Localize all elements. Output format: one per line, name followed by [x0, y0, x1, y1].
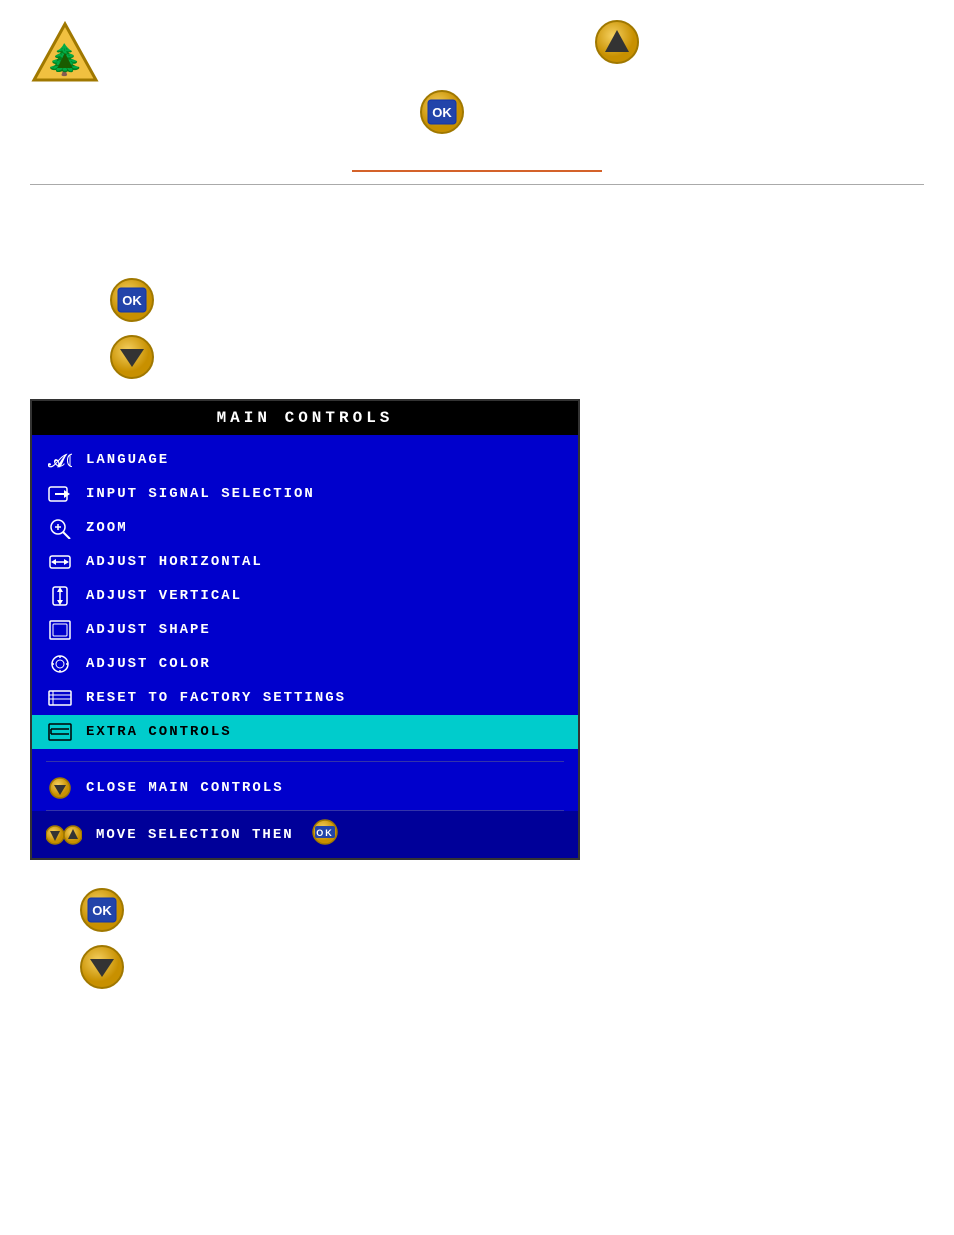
orange-underline	[352, 170, 602, 172]
osd-items-list: 𝒜ℚ LANGUAGE INPUT SIGNAL SELECTION	[32, 435, 578, 757]
osd-item-shape[interactable]: ADJUST SHAPE	[32, 613, 578, 647]
factory-icon	[46, 686, 74, 710]
ok-icon-top[interactable]: OK	[420, 90, 464, 139]
osd-item-vertical[interactable]: ADJUST VERTICAL	[32, 579, 578, 613]
horizontal-divider	[30, 184, 924, 185]
svg-text:OK: OK	[92, 903, 112, 918]
zoom-icon	[46, 516, 74, 540]
close-icon	[46, 776, 74, 800]
osd-title: MAIN CONTROLS	[32, 401, 578, 435]
svg-text:𝒜ℚ: 𝒜ℚ	[48, 453, 72, 471]
extra-icon	[46, 720, 74, 744]
osd-item-horizontal[interactable]: ADJUST HORIZONTAL	[32, 545, 578, 579]
top-section: 🌲 ▲ OK	[0, 0, 954, 210]
color-icon	[46, 652, 74, 676]
svg-text:OK: OK	[316, 828, 334, 838]
footer-ok-badge: OK	[308, 819, 342, 850]
svg-text:OK: OK	[122, 293, 142, 308]
vertical-icon	[46, 584, 74, 608]
language-icon: 𝒜ℚ	[46, 448, 74, 472]
osd-item-factory-reset[interactable]: RESET TO FACTORY SETTINGS	[32, 681, 578, 715]
osd-separator	[46, 761, 564, 762]
shape-icon	[46, 618, 74, 642]
svg-text:OK: OK	[432, 105, 452, 120]
osd-item-language[interactable]: 𝒜ℚ LANGUAGE	[32, 443, 578, 477]
svg-text:▲: ▲	[52, 44, 78, 74]
ok-icon-step2[interactable]: OK	[80, 888, 924, 937]
up-arrow-icon	[595, 20, 639, 69]
below-section: OK	[0, 870, 954, 1019]
down-arrow-icon-step2	[80, 945, 924, 994]
osd-item-zoom[interactable]: ZOOM	[32, 511, 578, 545]
horizontal-icon	[46, 550, 74, 574]
text-spacer	[30, 210, 924, 270]
ok-icon-step1[interactable]: OK	[110, 278, 924, 327]
osd-menu: MAIN CONTROLS 𝒜ℚ LANGUAGE INPUT SIGNAL S…	[30, 399, 580, 860]
osd-item-input-signal[interactable]: INPUT SIGNAL SELECTION	[32, 477, 578, 511]
osd-footer: MOVE SELECTION THEN OK	[32, 811, 578, 858]
content-area: OK	[0, 210, 954, 384]
osd-item-color[interactable]: ADJUST COLOR	[32, 647, 578, 681]
osd-item-extra-controls[interactable]: EXTRA CONTROLS	[32, 715, 578, 749]
footer-arrows-icon	[46, 822, 82, 848]
osd-close-row[interactable]: CLOSE MAIN CONTROLS	[32, 766, 578, 810]
down-arrow-icon-step1	[110, 335, 924, 384]
input-signal-icon	[46, 482, 74, 506]
warning-triangle-icon: 🌲 ▲	[30, 20, 100, 90]
